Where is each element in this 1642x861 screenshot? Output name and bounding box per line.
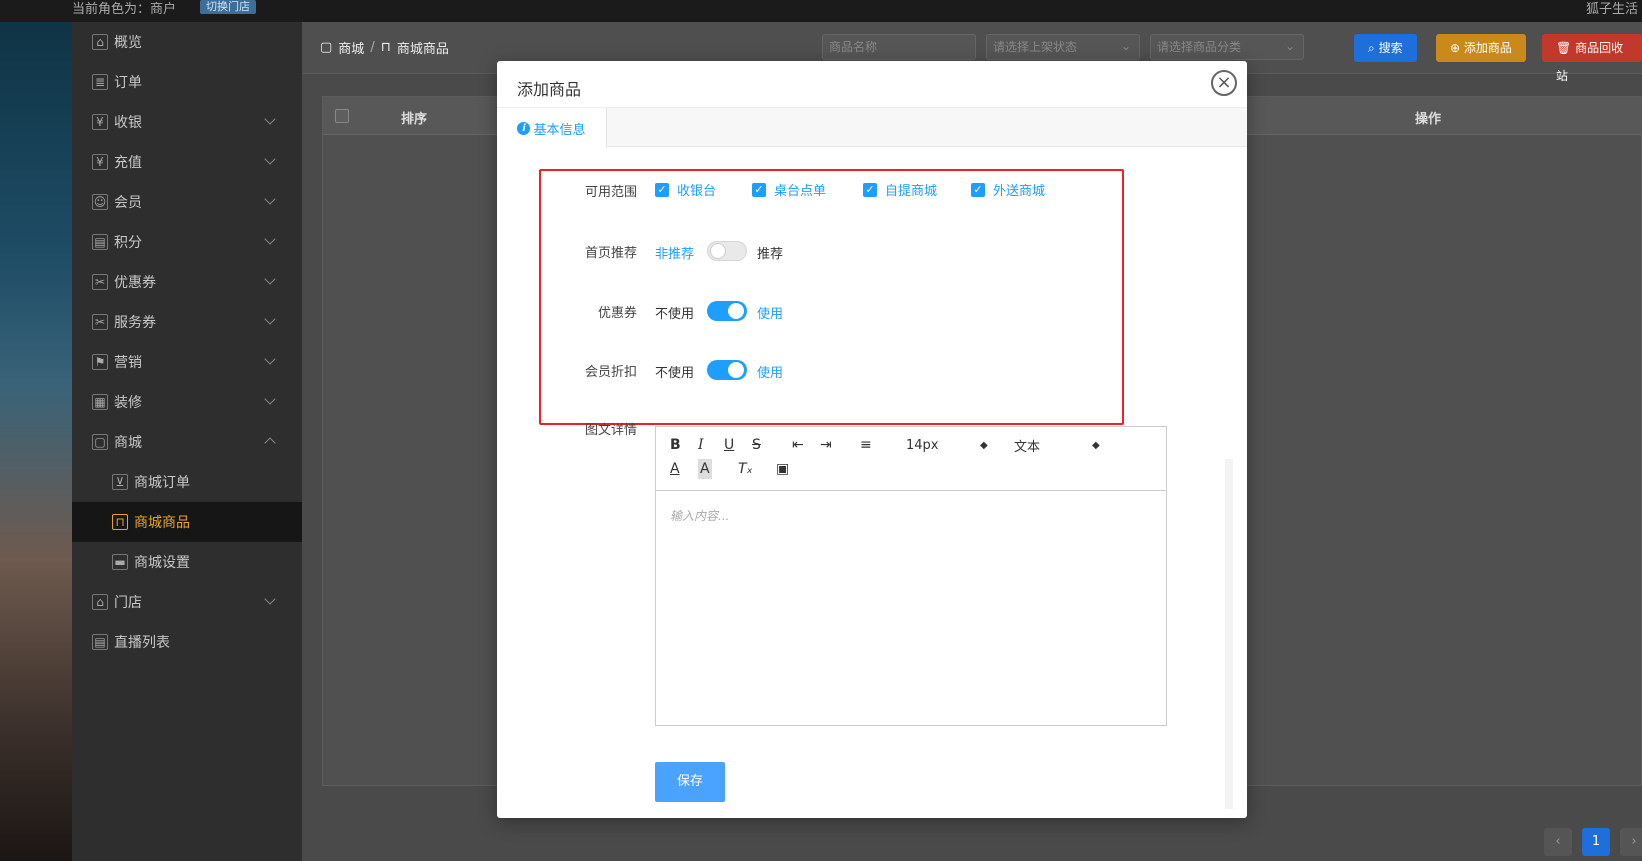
member-off-text: 不使用 (655, 366, 695, 381)
scope-checkbox-cashier[interactable]: ✓ 收银台 (655, 180, 716, 199)
info-icon: i (517, 121, 531, 135)
bold-icon[interactable]: B (670, 435, 681, 455)
dialog-title: 添加商品 (517, 80, 582, 99)
scope-label: 可用范围 (584, 185, 637, 200)
scope-option-label: 收银台 (677, 184, 717, 199)
clear-format-icon[interactable]: Tₓ (738, 459, 753, 479)
member-discount-toggle[interactable] (707, 360, 747, 380)
coupon-off-text: 不使用 (655, 307, 695, 322)
sort-arrows-icon: ◆ (1092, 439, 1100, 451)
highlight-box (539, 169, 1124, 425)
image-icon[interactable]: ▣ (776, 459, 789, 479)
close-icon[interactable]: × (1211, 70, 1237, 96)
rich-text-editor: B I U S ⇤ ⇥ ≡ 14px ◆ 文本 ◆ A A Tₓ ▣ 输入内容.… (655, 426, 1167, 726)
outdent-icon[interactable]: ⇤ (792, 435, 804, 455)
coupon-on-text: 使用 (757, 307, 784, 322)
recommend-label: 首页推荐 (584, 246, 637, 261)
save-button[interactable]: 保存 (655, 762, 725, 802)
detail-label: 图文详情 (584, 423, 637, 438)
add-product-dialog: 添加商品 × i 基本信息 可用范围 ✓ 收银台 ✓ 桌台点单 ✓ 自提商城 ✓… (497, 61, 1247, 818)
recommend-toggle[interactable] (707, 241, 747, 261)
strikethrough-icon[interactable]: S (752, 435, 761, 455)
checkbox-checked-icon: ✓ (971, 182, 985, 197)
text-color-icon[interactable]: A (670, 459, 680, 479)
recommend-off-text: 非推荐 (655, 247, 695, 262)
dialog-scrollbar[interactable] (1225, 459, 1233, 809)
indent-icon[interactable]: ⇥ (820, 435, 832, 455)
block-type-select[interactable]: 文本 (1014, 435, 1084, 455)
scope-checkbox-table-order[interactable]: ✓ 桌台点单 (752, 180, 826, 199)
scope-checkbox-delivery-mall[interactable]: ✓ 外送商城 (971, 180, 1045, 199)
checkbox-checked-icon: ✓ (863, 182, 877, 197)
toggle-knob (728, 303, 744, 319)
checkbox-checked-icon: ✓ (655, 182, 669, 197)
background-color-icon[interactable]: A (698, 459, 712, 479)
scope-option-label: 外送商城 (993, 184, 1046, 199)
tab-basic-info[interactable]: i 基本信息 (497, 108, 607, 148)
scope-option-label: 桌台点单 (774, 184, 827, 199)
coupon-toggle[interactable] (707, 301, 747, 321)
align-icon[interactable]: ≡ (860, 435, 872, 455)
toggle-knob (710, 243, 726, 259)
member-on-text: 使用 (757, 366, 784, 381)
recommend-on-text: 推荐 (757, 247, 784, 262)
tab-basic-info-label: 基本信息 (533, 122, 586, 138)
scope-option-label: 自提商城 (885, 184, 938, 199)
underline-icon[interactable]: U (724, 435, 734, 455)
toggle-knob (728, 362, 744, 378)
editor-placeholder[interactable]: 输入内容... (670, 507, 729, 524)
block-type-value: 文本 (1014, 439, 1041, 455)
editor-toolbar: B I U S ⇤ ⇥ ≡ 14px ◆ 文本 ◆ A A Tₓ ▣ (656, 427, 1166, 491)
italic-icon[interactable]: I (698, 435, 704, 455)
font-size-select[interactable]: 14px (906, 435, 976, 455)
coupon-label: 优惠券 (597, 306, 637, 321)
dialog-tabs: i 基本信息 (497, 107, 1247, 148)
checkbox-checked-icon: ✓ (752, 182, 766, 197)
sort-arrows-icon: ◆ (980, 439, 988, 451)
font-size-value: 14px (906, 437, 939, 453)
member-discount-label: 会员折扣 (584, 365, 637, 380)
scope-checkbox-pickup-mall[interactable]: ✓ 自提商城 (863, 180, 937, 199)
